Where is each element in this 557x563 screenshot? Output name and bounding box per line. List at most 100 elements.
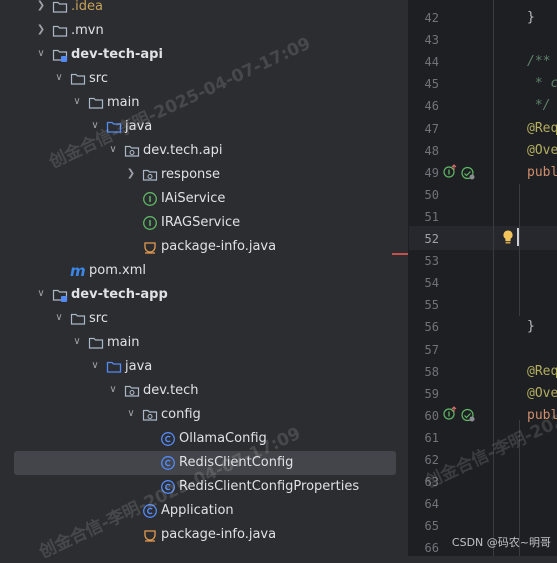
code-line[interactable]: * c: [527, 76, 557, 92]
tree-item[interactable]: RedisClientConfigProperties: [0, 475, 408, 499]
line-number: 63: [424, 475, 439, 490]
chevron-down-icon[interactable]: ∨: [106, 142, 120, 158]
tree-item-label: RedisClientConfig: [179, 455, 294, 470]
line-number: 62: [424, 453, 439, 467]
tree-item-label: dev-tech-app: [71, 287, 168, 302]
source-root-folder-icon: [106, 359, 122, 375]
code-line[interactable]: }: [527, 10, 535, 26]
java-file-icon: [142, 239, 158, 255]
tree-item-label: IRAGService: [161, 215, 241, 230]
tree-item-label: java: [125, 359, 153, 374]
code-line[interactable]: @Req: [527, 364, 557, 380]
tree-item[interactable]: ∨ config: [0, 403, 408, 427]
tree-item-label: src: [89, 71, 108, 86]
class-icon: [142, 503, 158, 519]
line-number: 51: [424, 209, 439, 224]
code-line[interactable]: @Ove: [527, 386, 557, 402]
code-editor[interactable]: 42} 43 44 /** 45 * c 46 */ 47 @Req 48 @Ove 49 publ 5…: [409, 0, 557, 556]
tree-item-label: OllamaConfig: [179, 431, 267, 446]
implement-override-icon[interactable]: [443, 164, 457, 178]
tree-item[interactable]: ❯ response: [0, 163, 408, 187]
package-icon: [124, 143, 140, 159]
tree-item[interactable]: ∨ java: [0, 115, 408, 139]
tree-item[interactable]: RedisClientConfig: [14, 451, 396, 475]
tree-item[interactable]: ∨ src: [0, 67, 408, 91]
chevron-right-icon[interactable]: ❯: [34, 0, 48, 14]
module-folder-icon: [52, 47, 68, 63]
gutter-guide: [493, 0, 494, 556]
folder-icon: [88, 95, 104, 111]
tree-item-label: package-info.java: [161, 239, 277, 254]
line-number: 45: [424, 77, 439, 92]
csdn-credit: CSDN @码农~明哥: [451, 536, 551, 549]
tree-item[interactable]: IRAGService: [0, 211, 408, 235]
chevron-right-icon[interactable]: ❯: [124, 166, 138, 182]
tree-item[interactable]: Application: [0, 499, 408, 523]
tree-item[interactable]: ∨ main: [0, 91, 408, 115]
tree-item[interactable]: ❯ .idea: [0, 0, 408, 19]
chevron-down-icon[interactable]: ∨: [70, 94, 84, 110]
line-number: 44: [424, 55, 439, 70]
tree-item[interactable]: package-info.java: [0, 523, 408, 547]
chevron-down-icon[interactable]: ∨: [106, 382, 120, 398]
tree-item[interactable]: package-info.java: [0, 235, 408, 259]
code-line[interactable]: @Ove: [527, 143, 557, 159]
chevron-down-icon[interactable]: ∨: [52, 70, 66, 86]
class-icon: [160, 431, 176, 447]
interface-icon: [142, 191, 158, 207]
chevron-down-icon[interactable]: ∨: [124, 406, 138, 422]
code-line[interactable]: @Req: [527, 121, 557, 137]
svg-text:m: m: [70, 263, 86, 279]
code-line[interactable]: publ: [527, 408, 557, 424]
code-line[interactable]: publ: [527, 165, 557, 181]
tree-item-label: src: [89, 311, 108, 326]
tree-item-label: main: [107, 95, 140, 110]
lightbulb-icon[interactable]: [501, 229, 515, 244]
line-number: 54: [424, 276, 439, 291]
line-number: 53: [424, 254, 439, 269]
chevron-down-icon[interactable]: ∨: [52, 310, 66, 326]
tree-item-label: config: [161, 407, 201, 422]
module-folder-icon: [52, 287, 68, 303]
tree-item-label: package-info.java: [161, 527, 277, 542]
spring-web-icon[interactable]: [461, 408, 475, 422]
chevron-down-icon[interactable]: ∨: [34, 46, 48, 62]
code-line[interactable]: /**: [527, 54, 550, 70]
implement-override-icon[interactable]: [443, 406, 457, 420]
chevron-right-icon[interactable]: ❯: [34, 22, 48, 38]
spring-web-icon[interactable]: [461, 166, 475, 180]
tree-item[interactable]: ∨ main: [0, 331, 408, 355]
chevron-down-icon[interactable]: ∨: [34, 286, 48, 302]
chevron-down-icon[interactable]: ∨: [88, 118, 102, 134]
tree-item[interactable]: OllamaConfig: [0, 427, 408, 451]
tree-item[interactable]: ∨ src: [0, 307, 408, 331]
tree-item[interactable]: IAiService: [0, 187, 408, 211]
tree-item-label: .mvn: [71, 23, 104, 38]
java-file-icon: [142, 527, 158, 543]
tree-item[interactable]: ∨ dev-tech-api: [0, 43, 408, 67]
line-number: 58: [424, 364, 439, 379]
line-number: 65: [424, 519, 439, 534]
tree-item[interactable]: ∨ dev.tech.api: [0, 139, 408, 163]
line-number: 66: [424, 541, 439, 556]
folder-icon: [52, 23, 68, 39]
tree-item[interactable]: ∨ dev.tech: [0, 379, 408, 403]
code-line[interactable]: }: [527, 319, 535, 335]
line-number: 50: [424, 187, 439, 202]
class-icon: [160, 455, 176, 471]
source-root-folder-icon: [106, 119, 122, 135]
code-line[interactable]: */: [527, 98, 551, 114]
tree-item[interactable]: ❯ .mvn: [0, 19, 408, 43]
tree-item[interactable]: m pom.xml: [0, 259, 408, 283]
line-number: 48: [424, 143, 439, 158]
tree-item-label: dev.tech: [143, 383, 199, 398]
line-number: 49: [424, 165, 439, 180]
text-caret: [517, 228, 519, 246]
tree-item[interactable]: ∨ java: [0, 355, 408, 379]
chevron-down-icon[interactable]: ∨: [88, 358, 102, 374]
chevron-down-icon[interactable]: ∨: [70, 334, 84, 350]
tree-item-label: main: [107, 335, 140, 350]
tree-item[interactable]: ∨ dev-tech-app: [0, 283, 408, 307]
tree-item-label: IAiService: [161, 191, 226, 206]
tree-item-label: dev-tech-api: [71, 47, 163, 62]
